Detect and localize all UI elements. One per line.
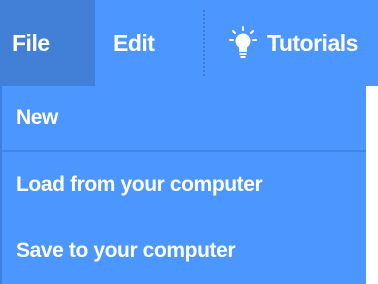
file-menu-dropdown: New Load from your computer Save to your… — [0, 86, 366, 284]
lightbulb-icon — [229, 26, 257, 60]
menu-item-label: Load from your computer — [16, 173, 263, 196]
menu-item-label: New — [16, 106, 58, 129]
edit-menu-label: Edit — [113, 29, 155, 56]
menu-item-load-from-computer[interactable]: Load from your computer — [2, 152, 366, 218]
menu-item-label: Save to your computer — [16, 239, 236, 262]
tutorials-menu-button[interactable]: Tutorials — [205, 0, 358, 86]
file-menu-label: File — [12, 29, 50, 56]
file-menu-button[interactable]: File — [0, 0, 95, 86]
edit-menu-button[interactable]: Edit — [95, 0, 205, 86]
background-strip — [366, 86, 378, 284]
tutorials-menu-label: Tutorials — [267, 29, 358, 56]
menu-bar: File Edit Tutorials — [0, 0, 378, 86]
menu-item-save-to-computer[interactable]: Save to your computer — [2, 218, 366, 284]
menu-item-new[interactable]: New — [2, 86, 366, 152]
